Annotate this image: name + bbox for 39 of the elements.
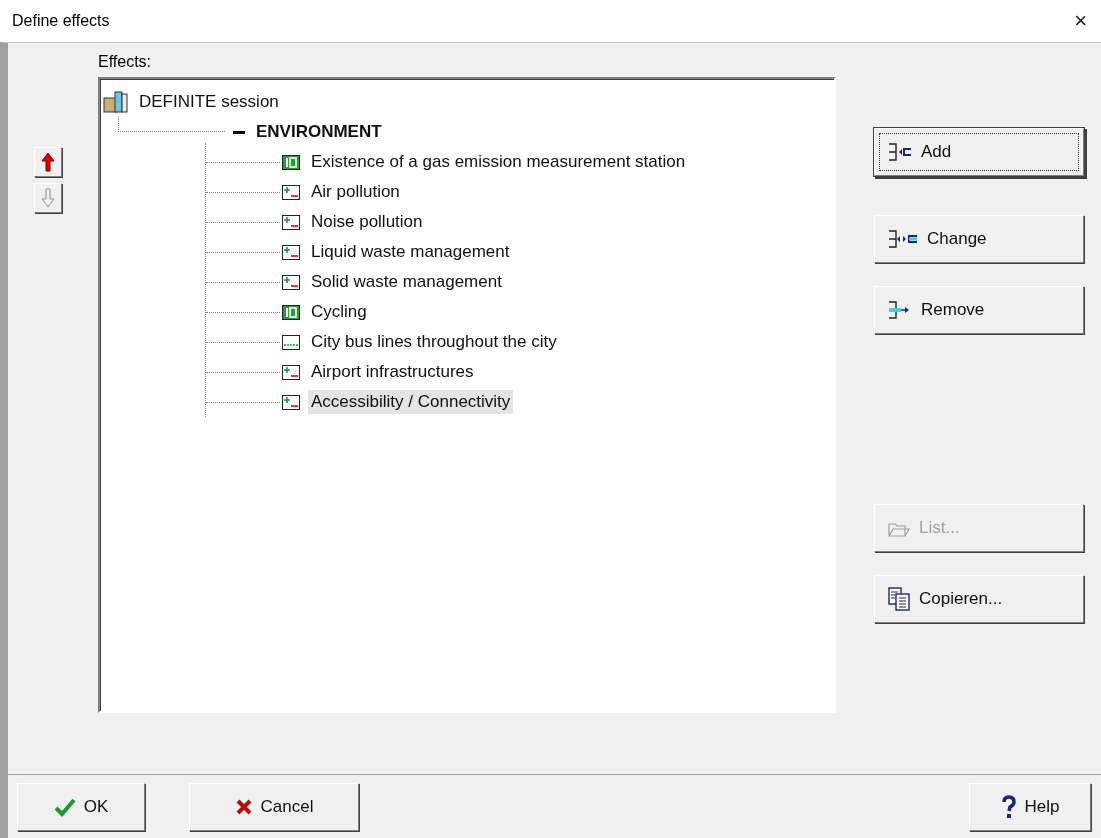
plus-minus-icon [282,364,300,380]
down-arrow-icon [41,188,55,208]
tree-item[interactable]: Liquid waste management [308,240,513,264]
tree-group[interactable]: ENVIRONMENT [253,120,385,144]
remove-button[interactable]: Remove [874,286,1084,334]
plus-minus-icon [282,394,300,410]
copy-button[interactable]: Copieren... [874,575,1084,623]
line-graph-icon [282,334,300,350]
tree-item[interactable]: Existence of a gas emission measurement station [308,150,689,174]
close-icon [234,797,253,816]
window-title: Define effects [12,12,110,30]
tree-item[interactable]: Airport infrastructures [308,360,477,384]
number-tile-icon [282,304,300,320]
tree-item[interactable]: Noise pollution [308,210,426,234]
number-tile-icon [282,154,300,170]
up-arrow-icon [41,152,55,172]
tree-item[interactable]: Air pollution [308,180,403,204]
plus-minus-icon [282,184,300,200]
plus-minus-icon [282,244,300,260]
change-button[interactable]: Change [874,215,1084,263]
close-button[interactable]: × [1070,8,1091,34]
add-button[interactable]: Add [874,128,1084,176]
tree-root[interactable]: DEFINITE session [136,90,282,114]
plus-minus-icon [282,274,300,290]
tree-item[interactable]: Cycling [308,300,370,324]
help-icon [1000,794,1017,819]
effects-label: Effects: [98,53,153,71]
move-up-button[interactable] [34,147,62,177]
tree-item[interactable]: Accessibility / Connectivity [308,390,514,414]
tree-item[interactable]: Solid waste management [308,270,505,294]
insert-arrow-icon [887,141,913,163]
cancel-button[interactable]: Cancel [189,782,359,831]
swap-arrow-icon [887,228,919,250]
copy-icon [887,586,911,612]
tree-item[interactable]: City bus lines throughout the city [308,330,560,354]
help-button[interactable]: Help [969,782,1091,831]
check-icon [53,796,76,817]
plus-minus-icon [282,214,300,230]
ok-button[interactable]: OK [17,782,145,831]
